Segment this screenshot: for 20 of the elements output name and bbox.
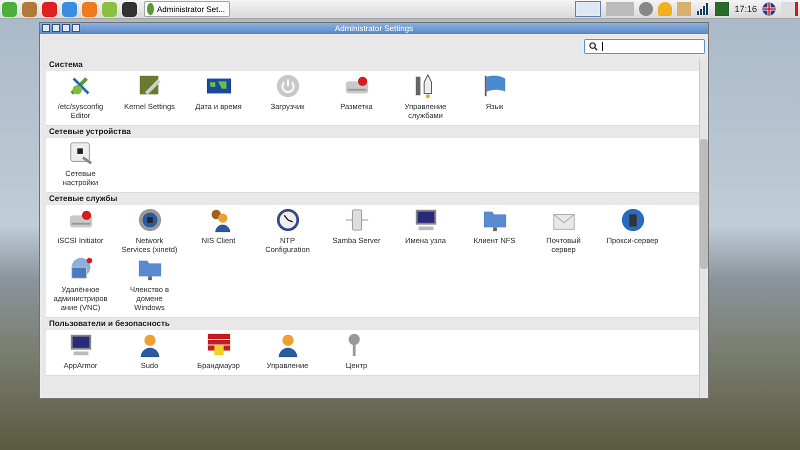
window-title: Administrator Settings — [334, 24, 414, 33]
scrollbar-thumb[interactable] — [700, 139, 708, 269]
search-field[interactable] — [584, 39, 705, 54]
section-header: Сетевые устройства — [48, 126, 132, 138]
uk-flag-icon[interactable] — [762, 2, 776, 16]
clock[interactable]: 17:16 — [734, 4, 757, 14]
section-header: Пользователи и безопасность — [48, 318, 171, 330]
section-header: Сетевые службы — [48, 193, 118, 205]
gear-icon[interactable] — [136, 207, 162, 233]
firewall-icon[interactable] — [206, 332, 232, 358]
search-icon — [589, 42, 598, 51]
globe-icon[interactable] — [620, 207, 646, 233]
workspace-switcher[interactable] — [606, 2, 634, 16]
workspace-switcher[interactable] — [575, 1, 602, 17]
clock-icon[interactable] — [274, 207, 300, 233]
scrollbar[interactable] — [699, 59, 708, 398]
taskbar-button[interactable]: Administrator Set... — [144, 1, 230, 17]
server-icon[interactable] — [344, 207, 370, 233]
signal-icon[interactable] — [696, 2, 710, 16]
section-header: Система — [48, 59, 84, 71]
